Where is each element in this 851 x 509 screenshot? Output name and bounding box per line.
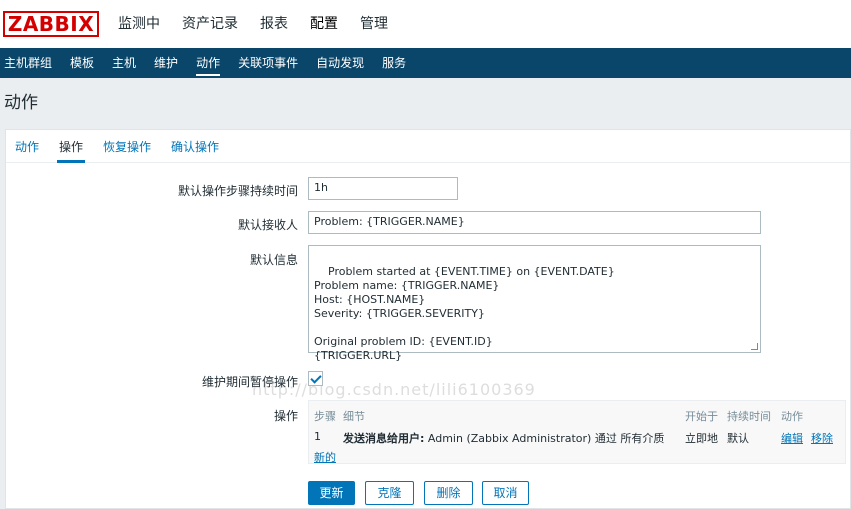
- operations-table: 步骤 细节 开始于 持续时间 动作 1 发送消息给用户: Admin (Zabb…: [308, 400, 846, 464]
- row-duration: 默认: [727, 432, 749, 445]
- subject-label: 默认接收人: [237, 218, 298, 232]
- sub-nav: 主机群组 模板 主机 维护 动作 关联项事件 自动发现 服务: [0, 48, 851, 78]
- action-form-panel: 动作 操作 恢复操作 确认操作 默认操作步骤持续时间 1h 默认接收人 Prob…: [5, 129, 851, 509]
- nav-monitoring[interactable]: 监测中: [118, 0, 160, 48]
- operations-label: 操作: [273, 409, 298, 423]
- resize-handle-icon[interactable]: [751, 343, 758, 350]
- page-title: 动作: [4, 93, 38, 113]
- row-details: 发送消息给用户: Admin (Zabbix Administrator) 通过…: [343, 430, 664, 446]
- pause-maintenance-label: 维护期间暂停操作: [201, 375, 298, 389]
- new-operation-link[interactable]: 新的: [314, 449, 336, 465]
- tab-acknowledge-operations[interactable]: 确认操作: [171, 138, 219, 155]
- main-nav: 监测中 资产记录 报表 配置 管理: [118, 0, 410, 48]
- subnav-maintenance[interactable]: 维护: [154, 48, 178, 78]
- nav-inventory[interactable]: 资产记录: [182, 0, 238, 48]
- cancel-button[interactable]: 取消: [482, 481, 529, 505]
- tab-operations[interactable]: 操作: [56, 138, 86, 163]
- col-details: 细节: [343, 410, 365, 423]
- subnav-templates[interactable]: 模板: [70, 48, 94, 78]
- subnav-actions[interactable]: 动作: [196, 48, 221, 78]
- col-duration: 持续时间: [727, 410, 771, 423]
- row-step: 1: [314, 430, 321, 443]
- pause-maintenance-checkbox[interactable]: [308, 371, 323, 386]
- subnav-discovery[interactable]: 自动发现: [316, 48, 364, 78]
- delete-button[interactable]: 删除: [424, 481, 473, 505]
- subnav-correlation[interactable]: 关联项事件: [238, 48, 298, 78]
- message-text: Problem started at {EVENT.TIME} on {EVEN…: [314, 265, 615, 362]
- zabbix-logo[interactable]: ZABBIX: [3, 11, 99, 37]
- subnav-services[interactable]: 服务: [382, 48, 406, 78]
- subnav-hosts[interactable]: 主机: [112, 48, 136, 78]
- top-header: ZABBIX 监测中 资产记录 报表 配置 管理: [0, 0, 851, 49]
- row-details-type: 发送消息给用户:: [343, 432, 425, 445]
- step-duration-input[interactable]: 1h: [308, 177, 458, 200]
- col-step: 步骤: [314, 410, 336, 423]
- nav-administration[interactable]: 管理: [360, 0, 388, 48]
- step-duration-label: 默认操作步骤持续时间: [177, 184, 298, 198]
- row-start-in: 立即地: [685, 432, 718, 445]
- message-textarea[interactable]: Problem started at {EVENT.TIME} on {EVEN…: [308, 245, 761, 362]
- col-start-in: 开始于: [685, 410, 718, 423]
- update-button[interactable]: 更新: [308, 481, 355, 505]
- col-action: 动作: [781, 410, 803, 423]
- clone-button[interactable]: 克隆: [365, 481, 414, 505]
- tab-recovery-operations[interactable]: 恢复操作: [103, 138, 151, 155]
- row-details-text: Admin (Zabbix Administrator) 通过 所有介质: [424, 432, 665, 445]
- message-label: 默认信息: [249, 253, 298, 267]
- remove-operation-link[interactable]: 移除: [811, 430, 833, 446]
- tab-action[interactable]: 动作: [15, 138, 39, 155]
- subject-input[interactable]: Problem: {TRIGGER.NAME}: [308, 211, 761, 234]
- tab-bar: 动作 操作 恢复操作 确认操作: [6, 130, 850, 163]
- nav-configuration[interactable]: 配置: [310, 0, 338, 48]
- nav-reports[interactable]: 报表: [260, 0, 288, 48]
- edit-operation-link[interactable]: 编辑: [781, 430, 803, 446]
- subnav-host-groups[interactable]: 主机群组: [4, 48, 52, 78]
